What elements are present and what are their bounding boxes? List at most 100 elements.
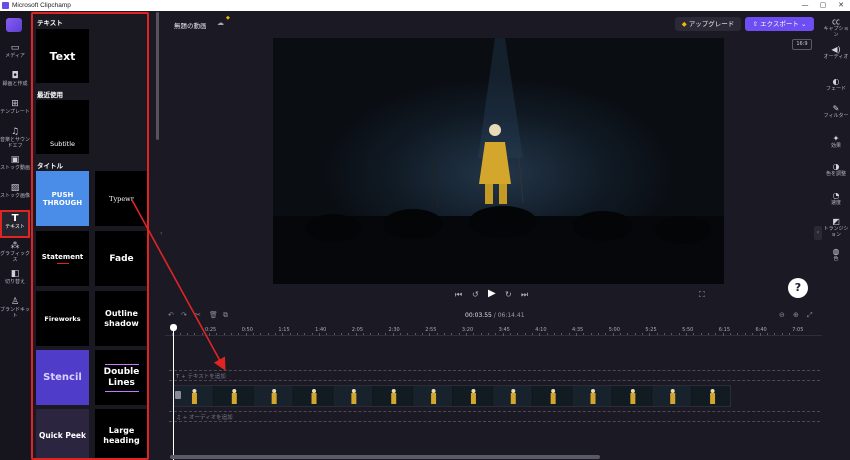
export-button[interactable]: ⇧ エクスポート ⌄ bbox=[745, 17, 814, 31]
clip-frame bbox=[652, 386, 692, 406]
minimize-button[interactable]: — bbox=[796, 0, 814, 11]
rail-item-effects[interactable]: ✦ 効果 bbox=[822, 134, 850, 149]
tick-mark bbox=[752, 333, 754, 335]
tick-mark bbox=[605, 333, 607, 335]
tile-label: Text bbox=[49, 49, 76, 63]
subtitle-tile[interactable]: Subtitle bbox=[36, 100, 89, 154]
rail-item-filters[interactable]: ✎ フィルター bbox=[822, 104, 850, 119]
split-scissors-icon[interactable]: ✂ bbox=[195, 311, 201, 319]
tick-mark bbox=[480, 333, 482, 335]
tick-mark bbox=[238, 333, 240, 335]
fade-tile[interactable]: Fade bbox=[95, 231, 147, 286]
upgrade-button[interactable]: ◆ アップグレード bbox=[675, 17, 741, 31]
tick-mark bbox=[260, 333, 262, 335]
rail-item-audio[interactable]: ◀) オーディオ bbox=[822, 45, 850, 60]
chevron-down-icon: ⌄ bbox=[798, 20, 807, 28]
panel-scrollbar[interactable] bbox=[156, 12, 159, 140]
double-lines-tile[interactable]: Double Lines bbox=[95, 350, 147, 405]
timeline-ruler[interactable]: 0:25 0:50 1:15 1:40 2:05 2:30 2:55 3:20 3:45 4:10… bbox=[165, 324, 823, 336]
tick-mark bbox=[392, 333, 394, 336]
audio-track-dropzone[interactable]: ♫ + オーディオを追加 bbox=[169, 411, 820, 422]
rewind-5s-icon[interactable]: ↺ bbox=[472, 290, 479, 299]
tick-mark bbox=[275, 333, 277, 335]
sidebar-item-stock-image[interactable]: ▨ ストック画像 bbox=[0, 181, 30, 209]
close-button[interactable]: ✕ bbox=[832, 0, 850, 11]
aspect-ratio-button[interactable]: 16:9 bbox=[792, 39, 812, 50]
outline-shadow-tile[interactable]: Outline shadow bbox=[95, 291, 147, 346]
rail-item-color[interactable]: ◍ 色 bbox=[822, 247, 850, 262]
undo-icon[interactable]: ↶ bbox=[168, 311, 174, 319]
playhead-line[interactable] bbox=[173, 328, 174, 460]
tick-mark bbox=[715, 333, 717, 335]
tick-mark bbox=[664, 333, 666, 335]
add-audio-track-label: ♫ + オーディオを追加 bbox=[176, 415, 233, 421]
text-tile[interactable]: Text bbox=[36, 29, 89, 83]
section-heading-text: テキスト bbox=[37, 19, 63, 27]
project-title[interactable]: 無題の動画 bbox=[174, 20, 207, 30]
stencil-tile[interactable]: Stencil bbox=[36, 350, 89, 405]
tick-mark bbox=[282, 333, 284, 336]
duplicate-icon[interactable]: ⧉ bbox=[223, 311, 228, 320]
clip-frame bbox=[253, 386, 293, 406]
tick-mark bbox=[377, 333, 379, 335]
collapse-panel-arrow-icon[interactable]: ‹ bbox=[160, 230, 162, 237]
delete-icon[interactable]: 🗑 bbox=[209, 311, 218, 319]
tick-mark bbox=[436, 333, 438, 335]
rail-item-speed[interactable]: ◔ 速度 bbox=[822, 191, 850, 206]
clip-handle-icon[interactable] bbox=[175, 391, 181, 399]
rail-item-color-adjust[interactable]: ◑ 色を調整 bbox=[822, 162, 850, 177]
large-heading-tile[interactable]: Large heading bbox=[95, 409, 147, 458]
clip-frame bbox=[373, 386, 413, 406]
expand-right-panel-arrow-icon[interactable]: ‹ bbox=[814, 226, 822, 240]
tick-mark bbox=[355, 333, 357, 336]
tick-mark bbox=[465, 333, 467, 336]
clip-frame bbox=[612, 386, 652, 406]
text-track-dropzone[interactable]: T + テキストを追加 bbox=[169, 370, 820, 381]
tick-mark bbox=[363, 333, 365, 335]
fireworks-tile[interactable]: Fireworks bbox=[36, 291, 89, 346]
clip-frame bbox=[293, 386, 333, 406]
zoom-in-icon[interactable]: ⊕ bbox=[793, 311, 799, 319]
sidebar-item-stock-video[interactable]: ▣ ストック動画 bbox=[0, 153, 30, 181]
rail-item-label: フィルター bbox=[823, 113, 849, 119]
maximize-button[interactable]: ▢ bbox=[814, 0, 832, 11]
current-time: 00:03.55 bbox=[465, 312, 492, 319]
sidebar-item-brand-kit[interactable]: ♙ ブランドキット bbox=[0, 295, 30, 323]
clipchamp-brand-icon[interactable] bbox=[6, 18, 22, 32]
rail-item-captions[interactable]: ㏄ キャプション bbox=[822, 17, 850, 38]
push-through-tile[interactable]: PUSH THROUGH bbox=[36, 171, 89, 226]
tick-mark bbox=[766, 333, 768, 335]
tick-mark bbox=[297, 333, 299, 335]
sidebar-item-transitions[interactable]: ◧ 切り替え bbox=[0, 267, 30, 295]
timeline-scrollbar[interactable] bbox=[170, 455, 600, 459]
typewriter-tile[interactable]: Typewr bbox=[95, 171, 147, 226]
tick-mark bbox=[598, 333, 600, 335]
play-button[interactable]: ▶ bbox=[488, 288, 496, 299]
sidebar-item-templates[interactable]: ⊞ テンプレート bbox=[0, 97, 30, 125]
sidebar-item-record-create[interactable]: ◘ 録画と作成 bbox=[0, 69, 30, 97]
sidebar-item-text[interactable]: T テキスト bbox=[0, 210, 30, 238]
video-preview[interactable] bbox=[273, 38, 724, 284]
sidebar-item-graphics[interactable]: ⁂ グラフィックス bbox=[0, 239, 30, 267]
help-button[interactable]: ? bbox=[788, 278, 808, 298]
skip-to-start-icon[interactable]: ⏮ bbox=[455, 290, 462, 300]
statement-tile[interactable]: Statement bbox=[36, 231, 89, 286]
color-icon: ◍ bbox=[832, 247, 840, 256]
fullscreen-icon[interactable]: ⛶ bbox=[699, 290, 705, 300]
forward-5s-icon[interactable]: ↻ bbox=[505, 290, 512, 299]
zoom-out-icon[interactable]: ⊖ bbox=[779, 311, 785, 319]
rail-item-transition[interactable]: ◩ トランジション bbox=[822, 217, 850, 238]
sidebar-item-music[interactable]: ♫ 音楽とサウンドエフ bbox=[0, 125, 30, 153]
video-clip[interactable] bbox=[173, 385, 731, 407]
tick-mark bbox=[385, 333, 387, 335]
sidebar-item-label: グラフィックス bbox=[0, 251, 30, 263]
skip-to-end-icon[interactable]: ⏭ bbox=[521, 290, 528, 300]
tick-mark bbox=[568, 333, 570, 335]
quick-peek-tile[interactable]: Quick Peek bbox=[36, 409, 89, 458]
rail-item-fade[interactable]: ◐ フェード bbox=[822, 77, 850, 92]
sidebar-item-label: ストック画像 bbox=[0, 193, 31, 199]
rail-item-label: 速度 bbox=[830, 200, 841, 206]
redo-icon[interactable]: ↷ bbox=[181, 311, 187, 319]
sidebar-item-media[interactable]: ▭ メディア bbox=[0, 41, 30, 69]
fit-timeline-icon[interactable]: ⤢ bbox=[807, 311, 813, 320]
